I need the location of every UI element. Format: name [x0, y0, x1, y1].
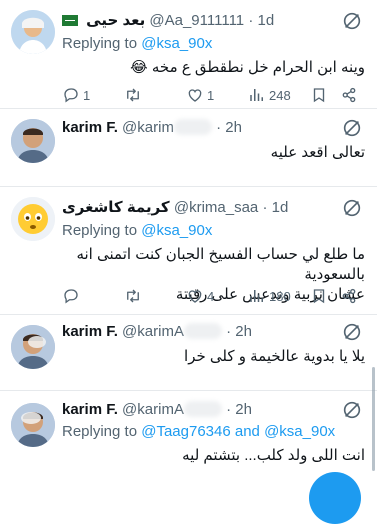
retweet-button[interactable]: [124, 285, 142, 307]
avatar[interactable]: [11, 10, 55, 54]
redaction-blur: [183, 401, 222, 417]
handle[interactable]: @Aa_9111111: [149, 12, 244, 29]
share-button[interactable]: [340, 285, 358, 307]
replying-to-label: Replying to: [62, 35, 138, 52]
replying-to-label: Replying to: [62, 423, 138, 440]
grok-icon[interactable]: [341, 10, 363, 32]
mention-link[interactable]: @Taag76346: [141, 423, 230, 440]
timestamp[interactable]: 2h: [235, 401, 252, 418]
redaction-blur: [173, 119, 212, 135]
tweet-text: انت اللى ولد كلب... بتشتم ليه: [182, 447, 365, 464]
display-name[interactable]: karim F.: [62, 401, 118, 418]
handle[interactable]: @karim: [122, 119, 174, 136]
separator: ·: [262, 199, 268, 216]
action-bar: 4 180: [62, 285, 367, 307]
display-name[interactable]: بعد حيى: [86, 12, 145, 29]
tweet-3[interactable]: كريمة كاشغرى @krima_saa · 1d Replying to…: [0, 187, 377, 315]
bookmark-button[interactable]: [310, 285, 328, 307]
grok-icon[interactable]: [341, 321, 363, 343]
scrollbar[interactable]: [372, 367, 375, 471]
mention-conjunction: and: [234, 423, 260, 440]
retweet-icon: [124, 287, 142, 305]
grok-icon[interactable]: [341, 117, 363, 139]
views-icon: [248, 287, 266, 305]
handle[interactable]: @krima_saa: [174, 199, 258, 216]
heart-icon: [186, 287, 204, 305]
redaction-blur: [183, 323, 222, 339]
grok-icon[interactable]: [341, 399, 363, 421]
avatar[interactable]: [11, 119, 55, 163]
tweet-5[interactable]: karim F. @karimA · 2h Replying to @Taag7…: [0, 391, 377, 524]
handle[interactable]: @karimA: [122, 323, 184, 340]
grok-icon[interactable]: [341, 197, 363, 219]
tweet-2[interactable]: karim F. @karim · 2h تعالى اقعد عليه: [0, 109, 377, 185]
separator: ·: [216, 119, 222, 136]
avatar[interactable]: [11, 325, 55, 369]
tweet-header: karim F. @karim · 2h: [62, 117, 242, 139]
tweet-text: تعالى اقعد عليه: [270, 144, 365, 161]
separator: ·: [248, 12, 254, 29]
retweet-icon: [124, 86, 142, 104]
timestamp[interactable]: 2h: [235, 323, 252, 340]
views-button[interactable]: 248: [248, 84, 291, 106]
separator: ·: [226, 323, 232, 340]
replying-to: Replying to @ksa_90x: [62, 34, 212, 54]
reply-icon: [62, 287, 80, 305]
tweet-4[interactable]: karim F. @karimA · 2h يلا يا بدوية عالخي…: [0, 315, 377, 390]
reply-icon: [62, 86, 80, 104]
retweet-button[interactable]: [124, 84, 142, 106]
reply-button[interactable]: [62, 285, 83, 307]
tweet-header: بعد حيى @Aa_9111111 · 1d: [62, 10, 274, 32]
replying-to: Replying to @Taag76346 and @ksa_90x: [62, 422, 335, 442]
replying-to: Replying to @ksa_90x: [62, 221, 212, 241]
replying-to-label: Replying to: [62, 222, 138, 239]
mention-link[interactable]: @ksa_90x: [264, 423, 335, 440]
share-icon: [340, 287, 358, 305]
like-button[interactable]: 4: [186, 285, 214, 307]
share-icon: [340, 86, 358, 104]
timestamp[interactable]: 2h: [225, 119, 242, 136]
heart-icon: [186, 86, 204, 104]
tweet-header: karim F. @karimA · 2h: [62, 399, 252, 421]
tweet-1[interactable]: بعد حيى @Aa_9111111 · 1d Replying to @ks…: [0, 0, 377, 108]
bookmark-button[interactable]: [310, 84, 328, 106]
avatar[interactable]: [11, 197, 55, 241]
separator: ·: [226, 401, 232, 418]
tweet-text: وينه ابن الحرام خل نطقطق ع مخه 😂: [130, 59, 365, 76]
views-icon: [248, 86, 266, 104]
bookmark-icon: [310, 86, 328, 104]
display-name[interactable]: karim F.: [62, 119, 118, 136]
saudi-flag-icon: [62, 15, 78, 26]
timestamp[interactable]: 1d: [257, 12, 274, 29]
tweet-header: karim F. @karimA · 2h: [62, 321, 252, 343]
views-button[interactable]: 180: [248, 285, 291, 307]
action-bar: 1 1 248: [62, 84, 367, 106]
mention-link[interactable]: @ksa_90x: [141, 35, 212, 52]
like-button[interactable]: 1: [186, 84, 214, 106]
tweet-text-line: ما طلع لي حساب الفسيخ الجبان كنت اتمنى ا…: [76, 246, 365, 283]
mention-link[interactable]: @ksa_90x: [141, 222, 212, 239]
display-name[interactable]: كريمة كاشغرى: [62, 199, 170, 216]
tweet-header: كريمة كاشغرى @krima_saa · 1d: [62, 197, 288, 219]
tweet-text: يلا يا بدوية عالخيمة و كلى خرا: [184, 348, 365, 365]
handle[interactable]: @karimA: [122, 401, 184, 418]
timestamp[interactable]: 1d: [272, 199, 289, 216]
avatar[interactable]: [11, 403, 55, 447]
compose-button[interactable]: [309, 472, 361, 524]
share-button[interactable]: [340, 84, 358, 106]
display-name[interactable]: karim F.: [62, 323, 118, 340]
reply-button[interactable]: 1: [62, 84, 90, 106]
bookmark-icon: [310, 287, 328, 305]
